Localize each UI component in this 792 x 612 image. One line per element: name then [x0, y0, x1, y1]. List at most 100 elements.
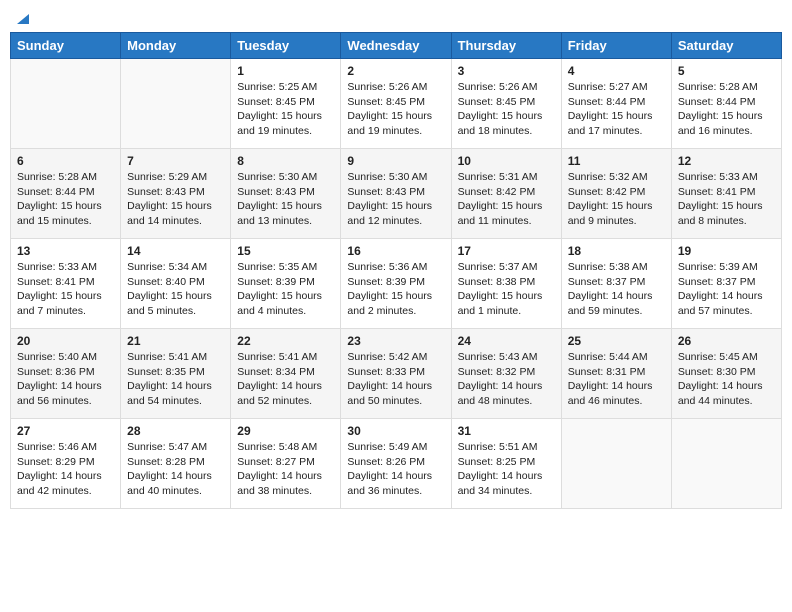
day-info: Sunrise: 5:45 AM Sunset: 8:30 PM Dayligh… [678, 350, 775, 409]
day-number: 18 [568, 244, 665, 258]
day-info: Sunrise: 5:48 AM Sunset: 8:27 PM Dayligh… [237, 440, 334, 499]
calendar-cell: 14 Sunrise: 5:34 AM Sunset: 8:40 PM Dayli… [121, 239, 231, 329]
calendar-cell: 10 Sunrise: 5:31 AM Sunset: 8:42 PM Dayli… [451, 149, 561, 239]
day-number: 16 [347, 244, 444, 258]
day-number: 10 [458, 154, 555, 168]
calendar-week-row: 20Sunrise: 5:40 AM Sunset: 8:36 PM Dayli… [11, 329, 782, 419]
day-number: 19 [678, 244, 775, 258]
day-number: 21 [127, 334, 224, 348]
calendar-cell: 1Sunrise: 5:25 AM Sunset: 8:45 PM Daylig… [231, 59, 341, 149]
day-info: Sunrise: 5:51 AM Sunset: 8:25 PM Dayligh… [458, 440, 555, 499]
calendar-header-saturday: Saturday [671, 33, 781, 59]
day-number: 3 [458, 64, 555, 78]
day-info: Sunrise: 5:27 AM Sunset: 8:44 PM Dayligh… [568, 80, 665, 139]
calendar-cell: 22 Sunrise: 5:41 AM Sunset: 8:34 PM Dayli… [231, 329, 341, 419]
calendar-cell: 29Sunrise: 5:48 AM Sunset: 8:27 PM Dayli… [231, 419, 341, 509]
day-number: 22 [237, 334, 334, 348]
day-number: 17 [458, 244, 555, 258]
calendar-cell: 3 Sunrise: 5:26 AM Sunset: 8:45 PM Daylig… [451, 59, 561, 149]
calendar-week-row: 13 Sunrise: 5:33 AM Sunset: 8:41 PM Dayli… [11, 239, 782, 329]
calendar-cell: 27 Sunrise: 5:46 AM Sunset: 8:29 PM Dayli… [11, 419, 121, 509]
day-number: 12 [678, 154, 775, 168]
day-info: Sunrise: 5:33 AM Sunset: 8:41 PM Dayligh… [17, 260, 114, 319]
day-number: 26 [678, 334, 775, 348]
day-number: 28 [127, 424, 224, 438]
day-number: 4 [568, 64, 665, 78]
calendar-week-row: 1Sunrise: 5:25 AM Sunset: 8:45 PM Daylig… [11, 59, 782, 149]
calendar-header-sunday: Sunday [11, 33, 121, 59]
day-info: Sunrise: 5:43 AM Sunset: 8:32 PM Dayligh… [458, 350, 555, 409]
calendar-cell: 16 Sunrise: 5:36 AM Sunset: 8:39 PM Dayli… [341, 239, 451, 329]
calendar-cell: 23Sunrise: 5:42 AM Sunset: 8:33 PM Dayli… [341, 329, 451, 419]
day-number: 31 [458, 424, 555, 438]
day-info: Sunrise: 5:32 AM Sunset: 8:42 PM Dayligh… [568, 170, 665, 229]
calendar-cell: 18Sunrise: 5:38 AM Sunset: 8:37 PM Dayli… [561, 239, 671, 329]
calendar-cell: 5 Sunrise: 5:28 AM Sunset: 8:44 PM Daylig… [671, 59, 781, 149]
day-info: Sunrise: 5:39 AM Sunset: 8:37 PM Dayligh… [678, 260, 775, 319]
day-info: Sunrise: 5:41 AM Sunset: 8:35 PM Dayligh… [127, 350, 224, 409]
calendar-cell: 4 Sunrise: 5:27 AM Sunset: 8:44 PM Daylig… [561, 59, 671, 149]
calendar-header-wednesday: Wednesday [341, 33, 451, 59]
calendar-cell: 25 Sunrise: 5:44 AM Sunset: 8:31 PM Dayli… [561, 329, 671, 419]
calendar-cell [671, 419, 781, 509]
day-info: Sunrise: 5:26 AM Sunset: 8:45 PM Dayligh… [347, 80, 444, 139]
calendar-cell: 9 Sunrise: 5:30 AM Sunset: 8:43 PM Daylig… [341, 149, 451, 239]
day-info: Sunrise: 5:41 AM Sunset: 8:34 PM Dayligh… [237, 350, 334, 409]
calendar-header-tuesday: Tuesday [231, 33, 341, 59]
calendar-cell: 24Sunrise: 5:43 AM Sunset: 8:32 PM Dayli… [451, 329, 561, 419]
calendar-cell [11, 59, 121, 149]
calendar-cell: 26 Sunrise: 5:45 AM Sunset: 8:30 PM Dayli… [671, 329, 781, 419]
calendar-header-monday: Monday [121, 33, 231, 59]
day-number: 30 [347, 424, 444, 438]
day-info: Sunrise: 5:29 AM Sunset: 8:43 PM Dayligh… [127, 170, 224, 229]
day-number: 15 [237, 244, 334, 258]
calendar-cell: 17 Sunrise: 5:37 AM Sunset: 8:38 PM Dayli… [451, 239, 561, 329]
calendar-cell [121, 59, 231, 149]
calendar-cell: 20Sunrise: 5:40 AM Sunset: 8:36 PM Dayli… [11, 329, 121, 419]
day-number: 11 [568, 154, 665, 168]
calendar-cell: 2Sunrise: 5:26 AM Sunset: 8:45 PM Daylig… [341, 59, 451, 149]
day-info: Sunrise: 5:26 AM Sunset: 8:45 PM Dayligh… [458, 80, 555, 139]
calendar-cell [561, 419, 671, 509]
calendar-header-row: SundayMondayTuesdayWednesdayThursdayFrid… [11, 33, 782, 59]
day-info: Sunrise: 5:30 AM Sunset: 8:43 PM Dayligh… [237, 170, 334, 229]
day-info: Sunrise: 5:44 AM Sunset: 8:31 PM Dayligh… [568, 350, 665, 409]
calendar-cell: 11 Sunrise: 5:32 AM Sunset: 8:42 PM Dayli… [561, 149, 671, 239]
day-info: Sunrise: 5:46 AM Sunset: 8:29 PM Dayligh… [17, 440, 114, 499]
calendar-cell: 19 Sunrise: 5:39 AM Sunset: 8:37 PM Dayli… [671, 239, 781, 329]
day-info: Sunrise: 5:28 AM Sunset: 8:44 PM Dayligh… [678, 80, 775, 139]
page-header [10, 10, 782, 24]
day-info: Sunrise: 5:28 AM Sunset: 8:44 PM Dayligh… [17, 170, 114, 229]
calendar-cell: 7 Sunrise: 5:29 AM Sunset: 8:43 PM Daylig… [121, 149, 231, 239]
day-info: Sunrise: 5:25 AM Sunset: 8:45 PM Dayligh… [237, 80, 334, 139]
day-info: Sunrise: 5:35 AM Sunset: 8:39 PM Dayligh… [237, 260, 334, 319]
calendar-header-thursday: Thursday [451, 33, 561, 59]
day-number: 7 [127, 154, 224, 168]
calendar-cell: 12 Sunrise: 5:33 AM Sunset: 8:41 PM Dayli… [671, 149, 781, 239]
day-number: 20 [17, 334, 114, 348]
day-info: Sunrise: 5:49 AM Sunset: 8:26 PM Dayligh… [347, 440, 444, 499]
day-number: 9 [347, 154, 444, 168]
day-number: 23 [347, 334, 444, 348]
calendar-cell: 15 Sunrise: 5:35 AM Sunset: 8:39 PM Dayli… [231, 239, 341, 329]
day-number: 5 [678, 64, 775, 78]
day-number: 27 [17, 424, 114, 438]
day-info: Sunrise: 5:36 AM Sunset: 8:39 PM Dayligh… [347, 260, 444, 319]
calendar-cell: 28 Sunrise: 5:47 AM Sunset: 8:28 PM Dayli… [121, 419, 231, 509]
day-info: Sunrise: 5:30 AM Sunset: 8:43 PM Dayligh… [347, 170, 444, 229]
calendar-table: SundayMondayTuesdayWednesdayThursdayFrid… [10, 32, 782, 509]
day-info: Sunrise: 5:31 AM Sunset: 8:42 PM Dayligh… [458, 170, 555, 229]
calendar-header-friday: Friday [561, 33, 671, 59]
day-number: 25 [568, 334, 665, 348]
calendar-week-row: 6Sunrise: 5:28 AM Sunset: 8:44 PM Daylig… [11, 149, 782, 239]
calendar-cell: 30 Sunrise: 5:49 AM Sunset: 8:26 PM Dayli… [341, 419, 451, 509]
logo [14, 10, 31, 24]
day-number: 13 [17, 244, 114, 258]
calendar-week-row: 27 Sunrise: 5:46 AM Sunset: 8:29 PM Dayli… [11, 419, 782, 509]
day-info: Sunrise: 5:34 AM Sunset: 8:40 PM Dayligh… [127, 260, 224, 319]
calendar-cell: 8Sunrise: 5:30 AM Sunset: 8:43 PM Daylig… [231, 149, 341, 239]
day-number: 14 [127, 244, 224, 258]
day-info: Sunrise: 5:47 AM Sunset: 8:28 PM Dayligh… [127, 440, 224, 499]
day-info: Sunrise: 5:33 AM Sunset: 8:41 PM Dayligh… [678, 170, 775, 229]
day-info: Sunrise: 5:37 AM Sunset: 8:38 PM Dayligh… [458, 260, 555, 319]
